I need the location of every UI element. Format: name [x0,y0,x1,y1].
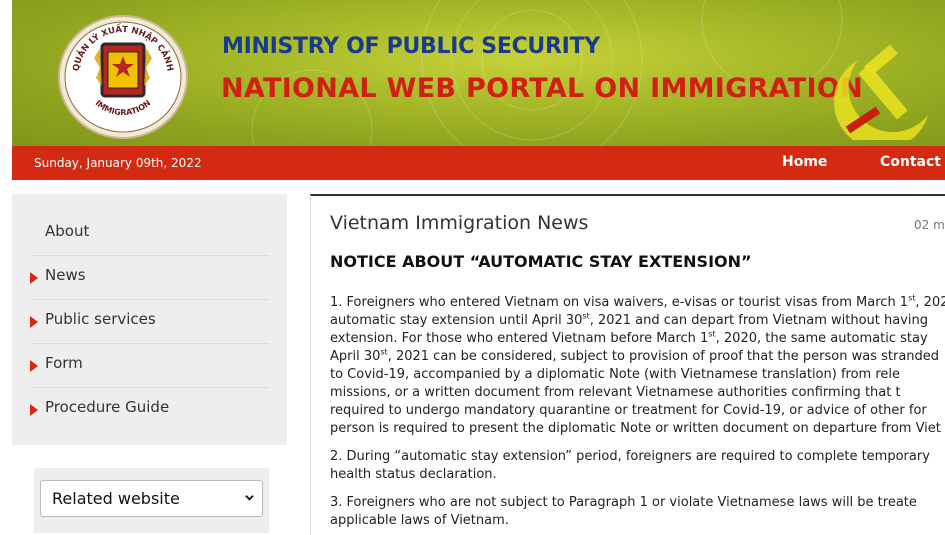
text-line: required to undergo mandatory quarantine… [330,403,927,418]
related-website-select[interactable]: Related website [40,480,263,517]
article-body: 1. Foreigners who entered Vietnam on vis… [330,294,945,535]
arrow-right-icon [30,404,38,416]
text-line: April 30st, 2021 can be considered, subj… [330,347,940,364]
main-content: Vietnam Immigration News 02 mo NOTICE AB… [310,194,945,535]
text-line: health status declaration. [330,467,497,482]
text-line: to Covid-19, accompanied by a diplomatic… [330,367,901,382]
related-website-value: Related website [52,489,180,508]
sidebar-item-about[interactable]: About [32,212,269,256]
paragraph-1: 1. Foreigners who entered Vietnam on vis… [330,294,945,438]
immigration-seal-icon: QUẢN LÝ XUẤT NHẬP CẢNH IMMIGRATION [58,15,188,139]
article-headline: NOTICE ABOUT “AUTOMATIC STAY EXTENSION” [330,252,752,271]
sidebar-item-label: Form [45,354,83,372]
nav-contact-link[interactable]: Contact [880,154,941,170]
sidebar-item-label: News [45,266,86,284]
text-line: missions, or a written document from rel… [330,385,901,400]
current-date: Sunday, January 09th, 2022 [34,156,202,170]
site-header: QUẢN LÝ XUẤT NHẬP CẢNH IMMIGRATION MINIS… [12,0,945,146]
top-nav-bar: Sunday, January 09th, 2022 Home Contact [12,146,945,180]
text-line: 3. Foreigners who are not subject to Par… [330,495,917,510]
sidebar-item-public-services[interactable]: Public services [30,300,269,344]
text-line: person is required to present the diplom… [330,421,941,436]
portal-title: NATIONAL WEB PORTAL ON IMMIGRATION [221,73,863,104]
sidebar-menu: About News Public services Form Procedur… [12,194,287,445]
sidebar-item-news[interactable]: News [30,256,269,300]
arrow-right-icon [30,360,38,372]
text-line: applicable laws of Vietnam. [330,513,509,528]
paragraph-2: 2. During “automatic stay extension” per… [330,448,945,484]
text-line: 1. Foreigners who entered Vietnam on vis… [330,293,945,310]
sidebar-item-label: About [45,222,90,240]
paragraph-3: 3. Foreigners who are not subject to Par… [330,494,945,530]
arrow-right-icon [30,316,38,328]
sidebar-item-label: Public services [45,310,156,328]
sidebar-item-label: Procedure Guide [45,398,170,416]
text-line: extension. For those who entered Vietnam… [330,329,928,346]
sidebar-item-form[interactable]: Form [30,344,269,388]
chevron-down-icon [245,495,254,501]
text-line: 2. During “automatic stay extension” per… [330,449,930,464]
hammer-sickle-icon [833,44,928,140]
section-title: Vietnam Immigration News [330,212,589,234]
sidebar-item-procedure-guide[interactable]: Procedure Guide [30,388,269,431]
text-line: automatic stay extension until April 30s… [330,311,928,328]
nav-home-link[interactable]: Home [782,154,827,170]
related-website-panel: Related website [34,468,269,533]
ministry-title: MINISTRY OF PUBLIC SECURITY [222,34,600,59]
post-date: 02 mo [914,218,945,232]
arrow-right-icon [30,272,38,284]
